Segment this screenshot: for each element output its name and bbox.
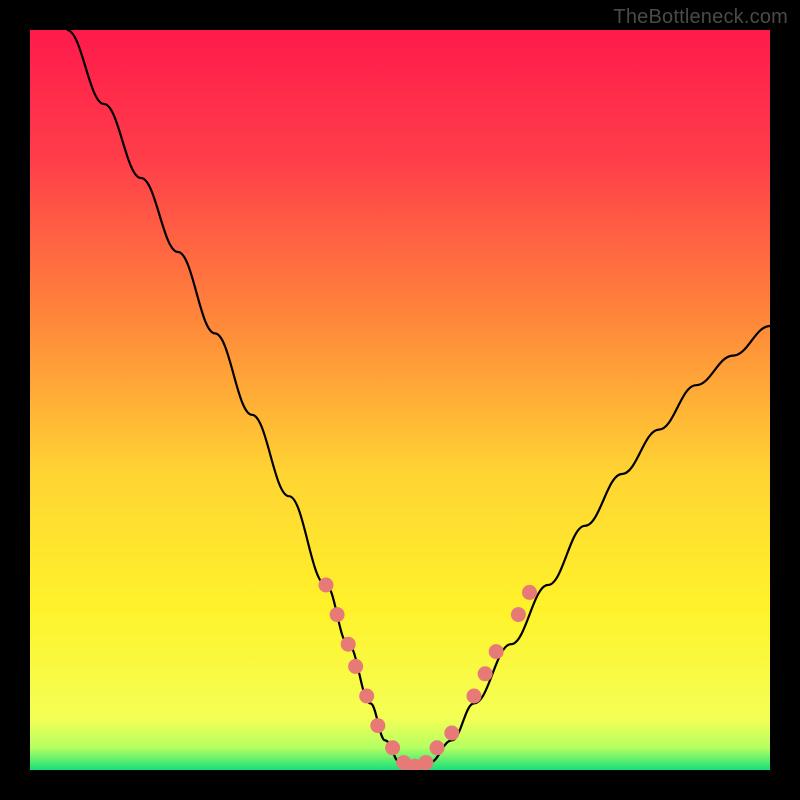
- bottleneck-chart: [30, 30, 770, 770]
- data-marker: [341, 637, 356, 652]
- data-marker: [430, 740, 445, 755]
- data-marker: [511, 607, 526, 622]
- data-marker: [489, 644, 504, 659]
- data-marker: [522, 585, 537, 600]
- data-marker: [467, 689, 482, 704]
- data-marker: [359, 689, 374, 704]
- data-marker: [478, 666, 493, 681]
- chart-background: [30, 30, 770, 770]
- data-marker: [418, 755, 433, 770]
- data-marker: [348, 659, 363, 674]
- data-marker: [330, 607, 345, 622]
- data-marker: [370, 718, 385, 733]
- data-marker: [319, 578, 334, 593]
- chart-frame: [30, 30, 770, 770]
- data-marker: [444, 726, 459, 741]
- data-marker: [385, 740, 400, 755]
- watermark-text: TheBottleneck.com: [613, 6, 788, 29]
